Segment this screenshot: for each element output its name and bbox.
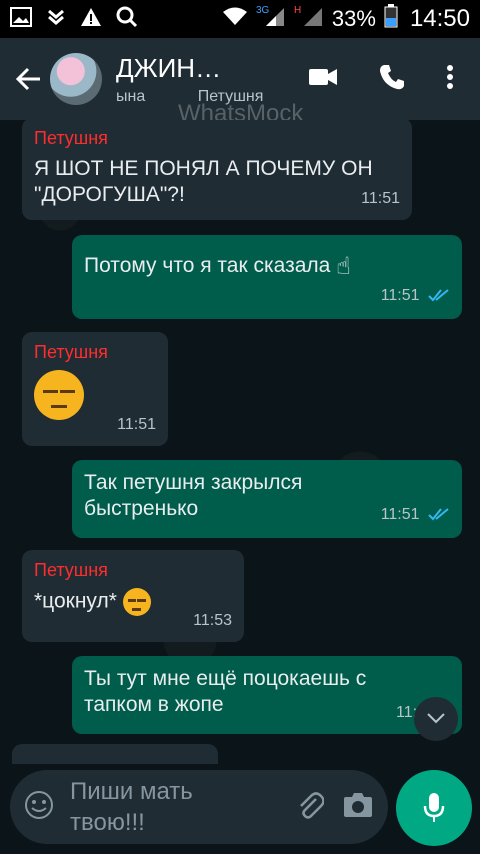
outgoing-message[interactable]: Ты тут мне ещё поцокаешь с тапком в жопе… (72, 656, 462, 734)
outgoing-message[interactable]: Так петушня закрылся быстренько 11:51 (72, 460, 462, 538)
message-time: 11:51 (380, 506, 420, 523)
camera-icon[interactable] (342, 791, 374, 824)
signal-h-icon: H (294, 4, 324, 34)
emoji-icon[interactable] (24, 790, 54, 825)
emoji-mouth (132, 607, 142, 611)
unamused-emoji (34, 370, 84, 420)
incoming-message[interactable]: Петушня 11:51 (22, 332, 168, 446)
svg-text:3G: 3G (256, 5, 270, 16)
unamused-emoji (122, 588, 151, 616)
phone-icon[interactable] (378, 63, 406, 96)
sender-name: Петушня (34, 128, 108, 148)
status-bar: 3G H 33% 14:50 (0, 0, 480, 38)
message-text: Я ШОТ НЕ ПОНЯЛ А ПОЧЕМУ ОН "ДОРОГУША"?! (34, 157, 373, 206)
message-input[interactable]: Пиши мать твою!!! (70, 776, 260, 838)
incoming-message[interactable]: Петушня Я ШОТ НЕ ПОНЯЛ А ПОЧЕМУ ОН "ДОРО… (22, 120, 412, 220)
microphone-icon (423, 793, 445, 822)
emoji-mouth (51, 405, 67, 408)
index-pointing-up-emoji: ☝ (336, 253, 351, 280)
battery-icon (384, 4, 398, 34)
chat-title: ДЖИН… (116, 52, 222, 83)
message-time: 11:51 (117, 416, 156, 433)
composer-icons (296, 789, 374, 826)
incoming-message[interactable]: Петушня *цокнул* 11:53 (22, 550, 244, 642)
message-time: 11:51 (380, 287, 420, 304)
message-time: 11:51 (361, 190, 400, 207)
chevron-down-icon (427, 713, 445, 724)
battery-text: 33% (331, 6, 376, 31)
scroll-to-bottom-button[interactable] (414, 697, 458, 741)
more-options-icon[interactable] (446, 64, 454, 95)
header-actions (308, 63, 468, 96)
message-time-block: 11:51 (381, 502, 450, 530)
chat-title-block[interactable]: ДЖИН… ына Петушня (116, 53, 306, 106)
back-button[interactable] (12, 63, 44, 95)
warning-icon (80, 7, 102, 32)
sender-name: Петушня (34, 560, 108, 580)
sender-name: Петушня (34, 342, 108, 362)
chat-area[interactable]: Петушня Я ШОТ НЕ ПОНЯЛ А ПОЧЕМУ ОН "ДОРО… (0, 120, 480, 764)
signal-3g-icon: 3G (256, 4, 286, 34)
message-text-row: Потому что я так сказала ☝ (84, 253, 450, 280)
message-text: Ты тут мне ещё поцокаешь с тапком в жопе (84, 667, 367, 716)
download-icon (46, 7, 66, 32)
message-time: 11:53 (193, 612, 232, 629)
read-receipt-icon (428, 285, 450, 311)
video-call-icon[interactable] (308, 66, 338, 93)
clock: 14:50 (409, 5, 470, 32)
message-text: Так петушня закрылся быстренько (84, 471, 303, 520)
arrow-left-icon (15, 67, 40, 91)
avatar[interactable] (50, 53, 102, 105)
image-icon (10, 6, 32, 32)
attach-icon[interactable] (296, 789, 325, 826)
subtitle-part: ына (116, 87, 146, 105)
search-icon (116, 6, 138, 33)
microphone-button[interactable] (396, 770, 472, 846)
message-text: Потому что я так сказала (84, 254, 331, 277)
message-time-block: 11:51 (381, 283, 450, 311)
incoming-message-partial[interactable] (12, 744, 218, 764)
svg-text:H: H (294, 5, 301, 16)
message-text: *цокнул* (34, 589, 117, 613)
outgoing-message[interactable]: Потому что я так сказала ☝ 11:51 (72, 235, 462, 319)
read-receipt-icon (428, 504, 450, 530)
message-composer[interactable]: Пиши мать твою!!! (10, 770, 388, 844)
wifi-icon (222, 6, 248, 32)
